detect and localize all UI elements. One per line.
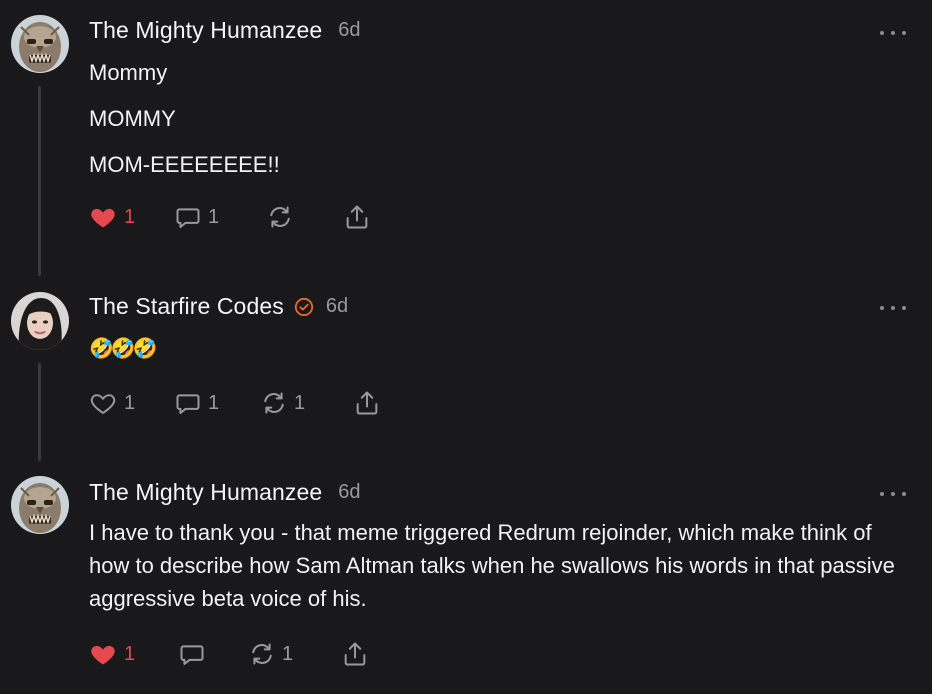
reply-button[interactable] — [178, 638, 206, 670]
dot-icon — [880, 306, 884, 310]
comment-paragraph: MOM-EEEEEEEE!! — [89, 152, 280, 177]
dot-icon — [891, 31, 895, 35]
comment-header: The Mighty Humanzee 6d — [89, 17, 361, 44]
timestamp[interactable]: 6d — [326, 295, 348, 318]
gargoyle-face-icon — [11, 476, 69, 534]
share-button[interactable] — [341, 638, 369, 670]
timestamp[interactable]: 6d — [338, 19, 360, 42]
comment-header: The Starfire Codes 6d — [89, 293, 348, 320]
dot-icon — [902, 492, 906, 496]
author-name[interactable]: The Mighty Humanzee — [89, 17, 322, 44]
dot-icon — [902, 306, 906, 310]
reply-count: 1 — [208, 391, 220, 414]
restack-button[interactable] — [266, 201, 300, 233]
restack-arrows-icon — [264, 392, 284, 414]
more-options-button[interactable] — [880, 28, 906, 38]
share-upload-icon — [346, 205, 368, 229]
dot-icon — [880, 31, 884, 35]
comment-paragraph: MOMMY — [89, 106, 176, 131]
comment-body: Mommy MOMMY MOM-EEEEEEEE!! — [89, 56, 914, 181]
woman-portrait-icon — [11, 292, 69, 350]
more-options-button[interactable] — [880, 489, 906, 499]
restack-arrows-icon — [270, 206, 290, 228]
reply-count: 1 — [208, 205, 220, 228]
comment-body: 🤣🤣🤣 — [89, 332, 914, 365]
restack-count: 1 — [282, 642, 294, 665]
share-button[interactable] — [343, 201, 371, 233]
share-upload-icon — [356, 391, 378, 415]
dot-icon — [891, 306, 895, 310]
dot-icon — [902, 31, 906, 35]
like-button[interactable]: 1 — [88, 201, 135, 233]
dot-icon — [891, 492, 895, 496]
restack-count: 1 — [294, 391, 306, 414]
heart-outline-icon — [90, 394, 116, 414]
comment-body: I have to thank you - that meme triggere… — [89, 516, 914, 615]
restack-button[interactable]: 1 — [248, 638, 293, 670]
author-name[interactable]: The Starfire Codes — [89, 293, 284, 320]
timestamp[interactable]: 6d — [338, 481, 360, 504]
avatar[interactable] — [11, 15, 69, 73]
comment-paragraph: Mommy — [89, 60, 168, 85]
dot-icon — [880, 492, 884, 496]
like-button[interactable]: 1 — [88, 638, 135, 670]
comment-paragraph: I have to thank you - that meme triggere… — [89, 520, 895, 611]
reply-button[interactable]: 1 — [174, 387, 219, 419]
heart-filled-icon — [91, 645, 115, 665]
avatar[interactable] — [11, 476, 69, 534]
comment-bubble-icon — [180, 645, 204, 665]
avatar[interactable] — [11, 292, 69, 350]
like-count: 1 — [124, 205, 136, 228]
comment-bubble-icon — [176, 394, 200, 414]
comment-paragraph: 🤣🤣🤣 — [89, 336, 158, 360]
like-count: 1 — [124, 642, 136, 665]
author-name[interactable]: The Mighty Humanzee — [89, 479, 322, 506]
more-options-button[interactable] — [880, 303, 906, 313]
gargoyle-face-icon — [11, 15, 69, 73]
comment-bubble-icon — [176, 208, 200, 228]
like-count: 1 — [124, 391, 136, 414]
comment-header: The Mighty Humanzee 6d — [89, 479, 361, 506]
thread-line — [38, 86, 41, 276]
share-upload-icon — [344, 642, 366, 666]
restack-button[interactable]: 1 — [260, 387, 305, 419]
share-button[interactable] — [353, 387, 381, 419]
like-button[interactable]: 1 — [88, 387, 135, 419]
heart-filled-icon — [91, 208, 115, 228]
thread-line — [38, 363, 41, 461]
verified-badge-icon — [294, 297, 314, 317]
reply-button[interactable]: 1 — [174, 201, 219, 233]
restack-arrows-icon — [252, 643, 272, 665]
